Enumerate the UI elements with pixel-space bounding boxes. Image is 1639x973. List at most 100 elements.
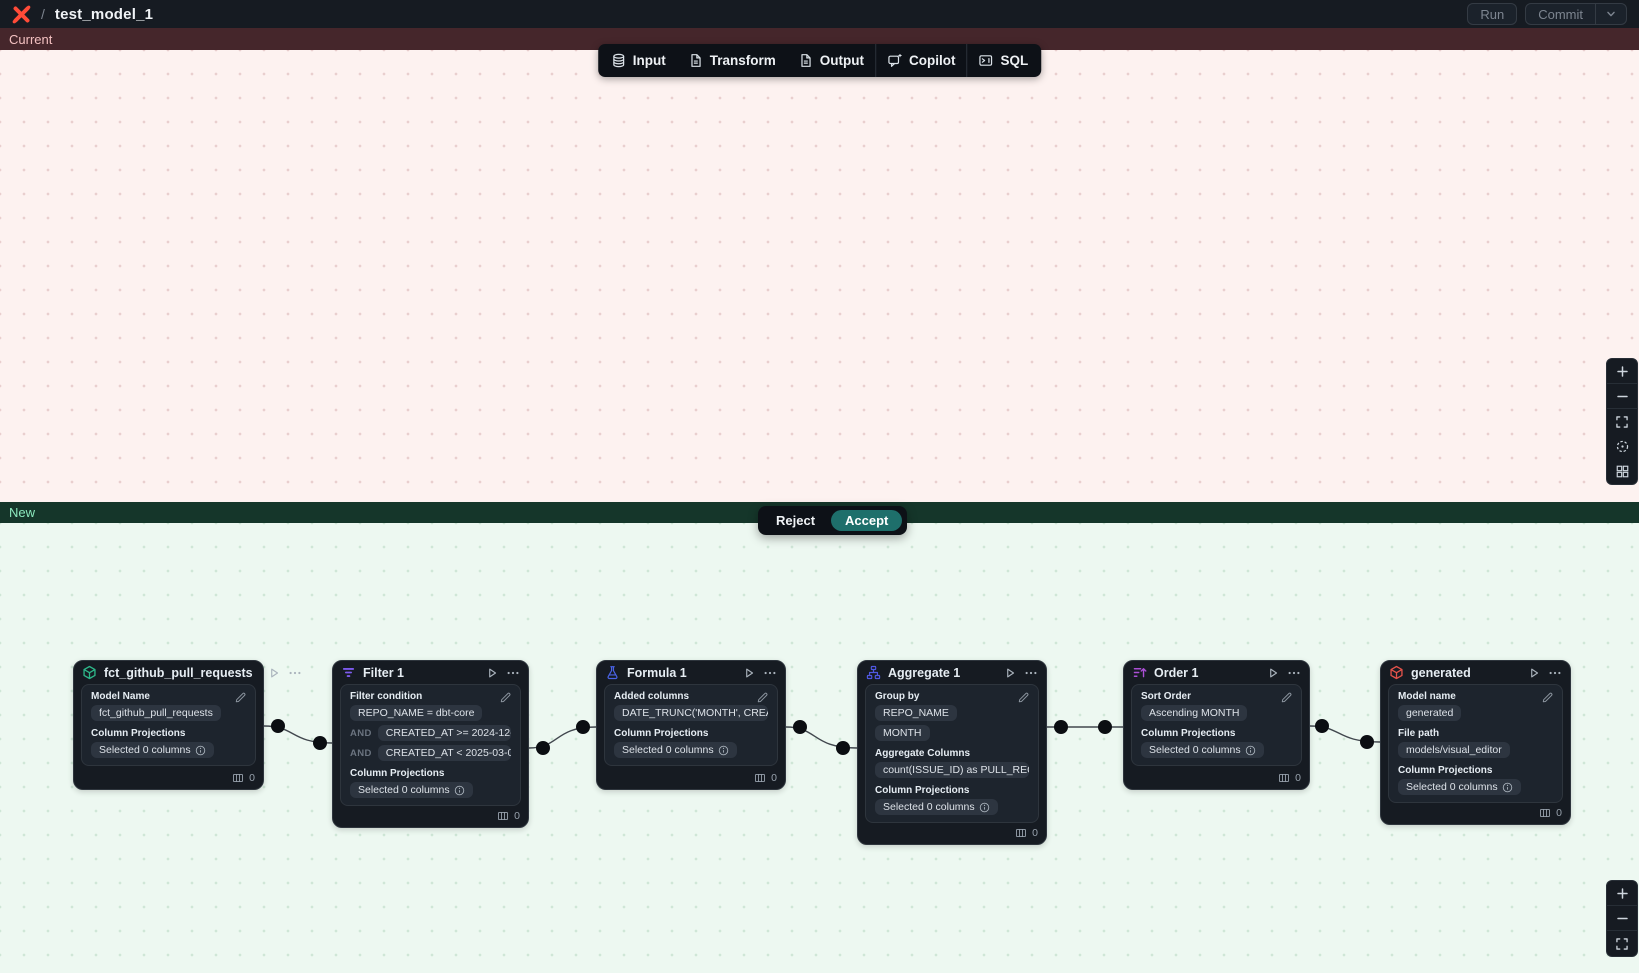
columns-icon bbox=[1015, 827, 1027, 839]
edit-icon[interactable] bbox=[756, 691, 769, 704]
info-icon[interactable] bbox=[454, 785, 465, 796]
value-pill[interactable]: fct_github_pull_requests bbox=[91, 705, 221, 721]
run-button[interactable]: Run bbox=[1467, 3, 1517, 25]
mini-map-icon[interactable] bbox=[1607, 459, 1637, 484]
node-run-icon[interactable] bbox=[267, 666, 281, 680]
section-label: Filter condition bbox=[350, 691, 511, 702]
columns-icon bbox=[497, 810, 509, 822]
info-icon[interactable] bbox=[718, 745, 729, 756]
lock-viewport-icon[interactable] bbox=[1607, 434, 1637, 459]
column-projections-pill[interactable]: Selected 0 columns bbox=[1398, 779, 1521, 795]
node-generated[interactable]: generated Model name generated File path… bbox=[1380, 660, 1571, 825]
transform-label: Transform bbox=[710, 53, 776, 68]
model-title: test_model_1 bbox=[55, 6, 153, 23]
node-run-icon[interactable] bbox=[742, 666, 756, 680]
fit-view-icon[interactable] bbox=[1607, 409, 1637, 434]
node-order-1[interactable]: Order 1 Sort Order Ascending MONTH Colum… bbox=[1123, 660, 1310, 790]
node-config-card: Group by REPO_NAME MONTH Aggregate Colum… bbox=[865, 684, 1039, 823]
section-label: Group by bbox=[875, 691, 1029, 702]
filter-condition-pill[interactable]: CREATED_AT >= 2024-12-01 bbox=[378, 725, 511, 741]
column-projections-pill[interactable]: Selected 0 columns bbox=[91, 742, 214, 758]
zoom-out-icon[interactable] bbox=[1607, 384, 1637, 409]
edit-icon[interactable] bbox=[499, 691, 512, 704]
node-menu-icon[interactable] bbox=[1548, 666, 1562, 680]
current-version-canvas[interactable] bbox=[0, 50, 1639, 502]
aggregate-column-pill[interactable]: count(ISSUE_ID) as PULL_REQUEST_… bbox=[875, 762, 1029, 778]
reject-button[interactable]: Reject bbox=[763, 510, 828, 531]
dbt-logo-icon[interactable] bbox=[12, 5, 31, 24]
node-run-icon[interactable] bbox=[485, 666, 499, 680]
node-menu-icon[interactable] bbox=[1024, 666, 1038, 680]
add-input-button[interactable]: Input bbox=[600, 44, 677, 77]
edit-icon[interactable] bbox=[1541, 691, 1554, 704]
commit-split-button: Commit bbox=[1525, 3, 1627, 25]
formula-pill[interactable]: DATE_TRUNC('MONTH', CREATED_AT… bbox=[614, 705, 768, 721]
node-fct-github-pull-requests[interactable]: fct_github_pull_requests Model Name fct_… bbox=[73, 660, 264, 790]
filter-condition-pill[interactable]: CREATED_AT < 2025-03-01 bbox=[378, 745, 511, 761]
node-config-card: Model Name fct_github_pull_requests Colu… bbox=[81, 684, 256, 766]
node-title: Filter 1 bbox=[363, 666, 404, 680]
node-menu-icon[interactable] bbox=[1287, 666, 1301, 680]
add-output-button[interactable]: Output bbox=[787, 44, 875, 77]
section-label: Sort Order bbox=[1141, 691, 1292, 702]
row-count: 0 bbox=[249, 772, 255, 784]
add-transform-button[interactable]: Transform bbox=[677, 44, 787, 77]
filter-condition-pill[interactable]: REPO_NAME = dbt-core bbox=[350, 705, 482, 721]
node-aggregate-1[interactable]: Aggregate 1 Group by REPO_NAME MONTH Agg… bbox=[857, 660, 1047, 845]
header-actions: Run Commit bbox=[1467, 3, 1627, 25]
node-menu-icon[interactable] bbox=[763, 666, 777, 680]
commit-button[interactable]: Commit bbox=[1526, 4, 1595, 24]
fit-view-icon[interactable] bbox=[1607, 931, 1637, 956]
copilot-button[interactable]: Copilot bbox=[876, 44, 967, 77]
node-run-icon[interactable] bbox=[1266, 666, 1280, 680]
copilot-label: Copilot bbox=[909, 53, 956, 68]
accept-button[interactable]: Accept bbox=[831, 510, 902, 531]
document-icon bbox=[688, 53, 703, 68]
column-projections-pill[interactable]: Selected 0 columns bbox=[350, 782, 473, 798]
info-icon[interactable] bbox=[1245, 745, 1256, 756]
info-icon[interactable] bbox=[195, 745, 206, 756]
sort-icon bbox=[1132, 665, 1147, 680]
columns-icon bbox=[1539, 807, 1551, 819]
filter-icon bbox=[341, 665, 356, 680]
section-label: Model Name bbox=[91, 691, 246, 702]
sql-panel-button[interactable]: SQL bbox=[968, 44, 1040, 77]
node-filter-1[interactable]: Filter 1 Filter condition REPO_NAME = db… bbox=[332, 660, 529, 828]
column-projections-pill[interactable]: Selected 0 columns bbox=[1141, 742, 1264, 758]
commit-dropdown-button[interactable] bbox=[1595, 4, 1626, 24]
edit-icon[interactable] bbox=[234, 691, 247, 704]
row-count: 0 bbox=[514, 810, 520, 822]
row-count: 0 bbox=[1556, 807, 1562, 819]
node-menu-icon[interactable] bbox=[288, 666, 302, 680]
row-count: 0 bbox=[1295, 772, 1301, 784]
sort-order-pill[interactable]: Ascending MONTH bbox=[1141, 705, 1247, 721]
edit-icon[interactable] bbox=[1017, 691, 1030, 704]
section-label: Column Projections bbox=[875, 785, 1029, 796]
info-icon[interactable] bbox=[979, 802, 990, 813]
info-icon[interactable] bbox=[1502, 782, 1513, 793]
model-name-pill[interactable]: generated bbox=[1398, 705, 1461, 721]
node-title: Aggregate 1 bbox=[888, 666, 960, 680]
breadcrumb-separator: / bbox=[41, 6, 45, 22]
column-projections-pill[interactable]: Selected 0 columns bbox=[614, 742, 737, 758]
node-run-icon[interactable] bbox=[1527, 666, 1541, 680]
input-label: Input bbox=[633, 53, 666, 68]
zoom-in-icon[interactable] bbox=[1607, 359, 1637, 384]
row-count: 0 bbox=[1032, 827, 1038, 839]
section-label: Column Projections bbox=[1398, 765, 1553, 776]
group-by-pill[interactable]: MONTH bbox=[875, 725, 930, 741]
zoom-out-icon[interactable] bbox=[1607, 906, 1637, 931]
zoom-in-icon[interactable] bbox=[1607, 881, 1637, 906]
node-menu-icon[interactable] bbox=[506, 666, 520, 680]
app-header: / test_model_1 Run Commit bbox=[0, 0, 1639, 28]
group-by-pill[interactable]: REPO_NAME bbox=[875, 705, 957, 721]
columns-icon bbox=[232, 772, 244, 784]
node-run-icon[interactable] bbox=[1003, 666, 1017, 680]
file-path-pill[interactable]: models/visual_editor bbox=[1398, 742, 1510, 758]
column-projections-pill[interactable]: Selected 0 columns bbox=[875, 799, 998, 815]
edit-icon[interactable] bbox=[1280, 691, 1293, 704]
columns-icon bbox=[1278, 772, 1290, 784]
node-formula-1[interactable]: Formula 1 Added columns DATE_TRUNC('MONT… bbox=[596, 660, 786, 790]
document-icon bbox=[798, 53, 813, 68]
flask-icon bbox=[605, 665, 620, 680]
